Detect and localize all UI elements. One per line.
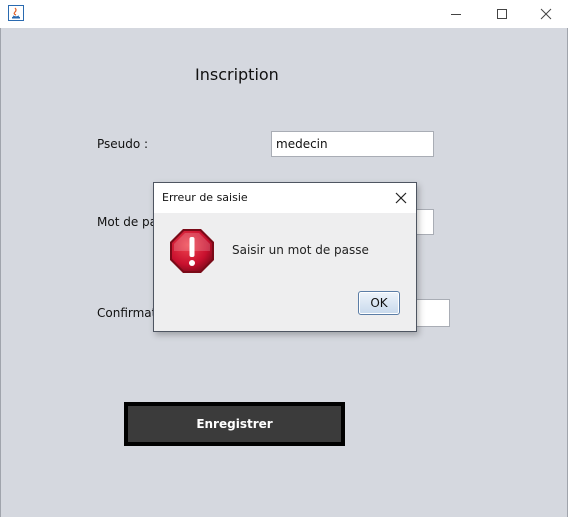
close-icon[interactable] xyxy=(386,183,416,213)
dialog-titlebar[interactable]: Erreur de saisie xyxy=(154,183,416,213)
close-icon[interactable] xyxy=(523,0,568,28)
error-icon xyxy=(168,227,216,275)
dialog-message: Saisir un mot de passe xyxy=(232,243,369,257)
java-icon xyxy=(8,5,24,21)
pseudo-input[interactable] xyxy=(271,131,434,157)
register-button-label: Enregistrer xyxy=(128,406,341,442)
maximize-icon[interactable] xyxy=(479,0,525,28)
minimize-icon[interactable] xyxy=(433,0,479,28)
ok-button[interactable]: OK xyxy=(358,291,400,315)
error-dialog: Erreur de saisie Saisir un mot de passe … xyxy=(153,182,417,332)
register-button[interactable]: Enregistrer xyxy=(124,402,345,446)
dialog-title: Erreur de saisie xyxy=(162,191,248,204)
main-window: Inscription Pseudo : Mot de passe : Conf… xyxy=(0,0,568,517)
pseudo-label: Pseudo : xyxy=(97,137,149,151)
page-title: Inscription xyxy=(195,65,279,84)
window-titlebar[interactable] xyxy=(0,0,568,28)
